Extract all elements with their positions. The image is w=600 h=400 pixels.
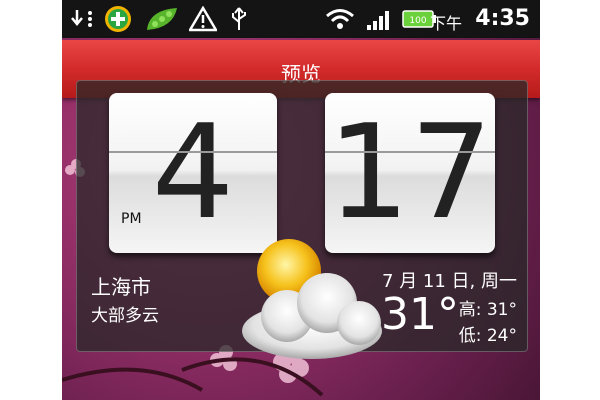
weather-low: 低: 24° <box>458 326 517 346</box>
battery-level: 100 <box>409 16 426 26</box>
weather-condition: 大部多云 <box>91 306 159 326</box>
download-usb-icon <box>68 4 98 34</box>
partly-cloudy-icon <box>242 239 382 359</box>
peapod-icon <box>142 4 182 34</box>
clock-minutes: 17 <box>327 96 493 248</box>
weather-high: 高: 31° <box>458 300 517 320</box>
clock-weather-widget[interactable]: 4 PM 17 上海市 大部多云 7 月 11 日, 周一 31° 高: 31°… <box>76 80 528 359</box>
hour-flip-card: 4 PM <box>109 93 277 253</box>
warning-icon <box>188 4 218 34</box>
weather-city: 上海市 <box>91 275 151 299</box>
phone-screen: 100 下午 4:35 预览 4 PM 17 上海市 大部多云 7 月 11 日… <box>62 0 540 400</box>
signal-icon <box>364 4 394 34</box>
clock-period: PM <box>121 211 142 227</box>
minute-flip-card: 17 <box>325 93 495 253</box>
plus-badge-icon <box>100 4 136 34</box>
status-bar: 100 下午 4:35 <box>62 0 540 38</box>
wifi-icon <box>324 4 356 34</box>
status-time: 4:35 <box>475 6 530 31</box>
status-time-period: 下午 <box>429 14 462 33</box>
usb-icon <box>226 4 252 34</box>
weather-temperature: 31° <box>381 289 459 340</box>
